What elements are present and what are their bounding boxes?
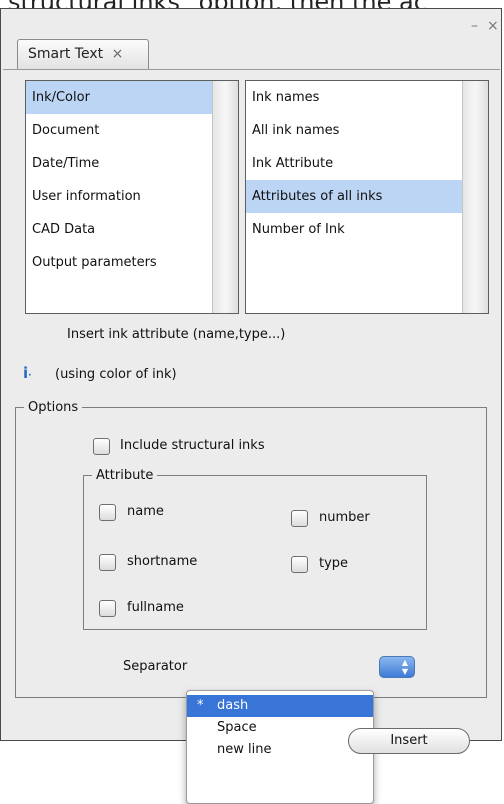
minimize-icon[interactable]: – [471, 19, 478, 33]
category-list[interactable]: Ink/Color Document Date/Time User inform… [25, 80, 239, 314]
include-structural-inks-label: Include structural inks [120, 438, 265, 453]
separator-select[interactable]: ▲ ▼ [379, 656, 415, 678]
field-item-number-of-ink[interactable]: Number of Ink [246, 213, 488, 246]
number-checkbox[interactable] [291, 510, 308, 527]
separator-label: Separator [123, 659, 188, 674]
category-item-output-parameters[interactable]: Output parameters [26, 246, 238, 279]
shortname-checkbox[interactable] [99, 554, 116, 571]
separator-option-dash[interactable]: * dash [187, 695, 373, 717]
close-icon[interactable]: × [487, 19, 499, 33]
category-item-user-information[interactable]: User information [26, 180, 238, 213]
category-list-scrollbar[interactable] [212, 81, 238, 313]
field-description: Insert ink attribute (name,type...) [67, 327, 286, 342]
info-text: (using color of ink) [55, 367, 177, 382]
separator-option-label: Space [217, 720, 257, 735]
separator-option-space[interactable]: Space [187, 717, 373, 739]
field-item-attributes-of-all-inks[interactable]: Attributes of all inks [246, 180, 488, 213]
selected-check-icon: * [197, 698, 204, 713]
tab-close-icon[interactable]: × [112, 46, 124, 62]
shortname-label: shortname [127, 554, 198, 569]
field-item-all-ink-names[interactable]: All ink names [246, 114, 488, 147]
field-item-ink-names[interactable]: Ink names [246, 81, 488, 114]
type-checkbox[interactable] [291, 556, 308, 573]
tab-label: Smart Text [28, 46, 104, 62]
insert-button[interactable]: Insert [348, 728, 470, 754]
attribute-legend: Attribute [96, 468, 154, 483]
number-label: number [319, 510, 370, 525]
category-item-cad-data[interactable]: CAD Data [26, 213, 238, 246]
separator-option-label: new line [217, 742, 272, 757]
category-item-document[interactable]: Document [26, 114, 238, 147]
separator-dropdown-menu: * dash Space new line [186, 690, 374, 804]
options-legend: Options [28, 400, 79, 415]
field-list-scrollbar[interactable] [462, 81, 488, 313]
category-item-ink-color[interactable]: Ink/Color [26, 81, 238, 114]
tab-content: Ink/Color Document Date/Time User inform… [3, 69, 500, 740]
select-arrows-icon: ▲ ▼ [401, 658, 408, 676]
field-list[interactable]: Ink names All ink names Ink Attribute At… [245, 80, 489, 314]
smart-text-panel: – × Smart Text × Ink/Color Document Date… [0, 8, 502, 741]
type-label: type [319, 556, 349, 571]
info-icon: i· [23, 364, 32, 382]
fullname-checkbox[interactable] [99, 600, 116, 617]
separator-option-label: dash [217, 698, 249, 713]
field-item-ink-attribute[interactable]: Ink Attribute [246, 147, 488, 180]
separator-option-new-line[interactable]: new line [187, 739, 373, 761]
include-structural-inks-checkbox[interactable] [93, 438, 110, 455]
name-label: name [127, 504, 164, 519]
name-checkbox[interactable] [99, 504, 116, 521]
fullname-label: fullname [127, 600, 184, 615]
category-item-date-time[interactable]: Date/Time [26, 147, 238, 180]
tab-smart-text[interactable]: Smart Text × [17, 39, 149, 69]
